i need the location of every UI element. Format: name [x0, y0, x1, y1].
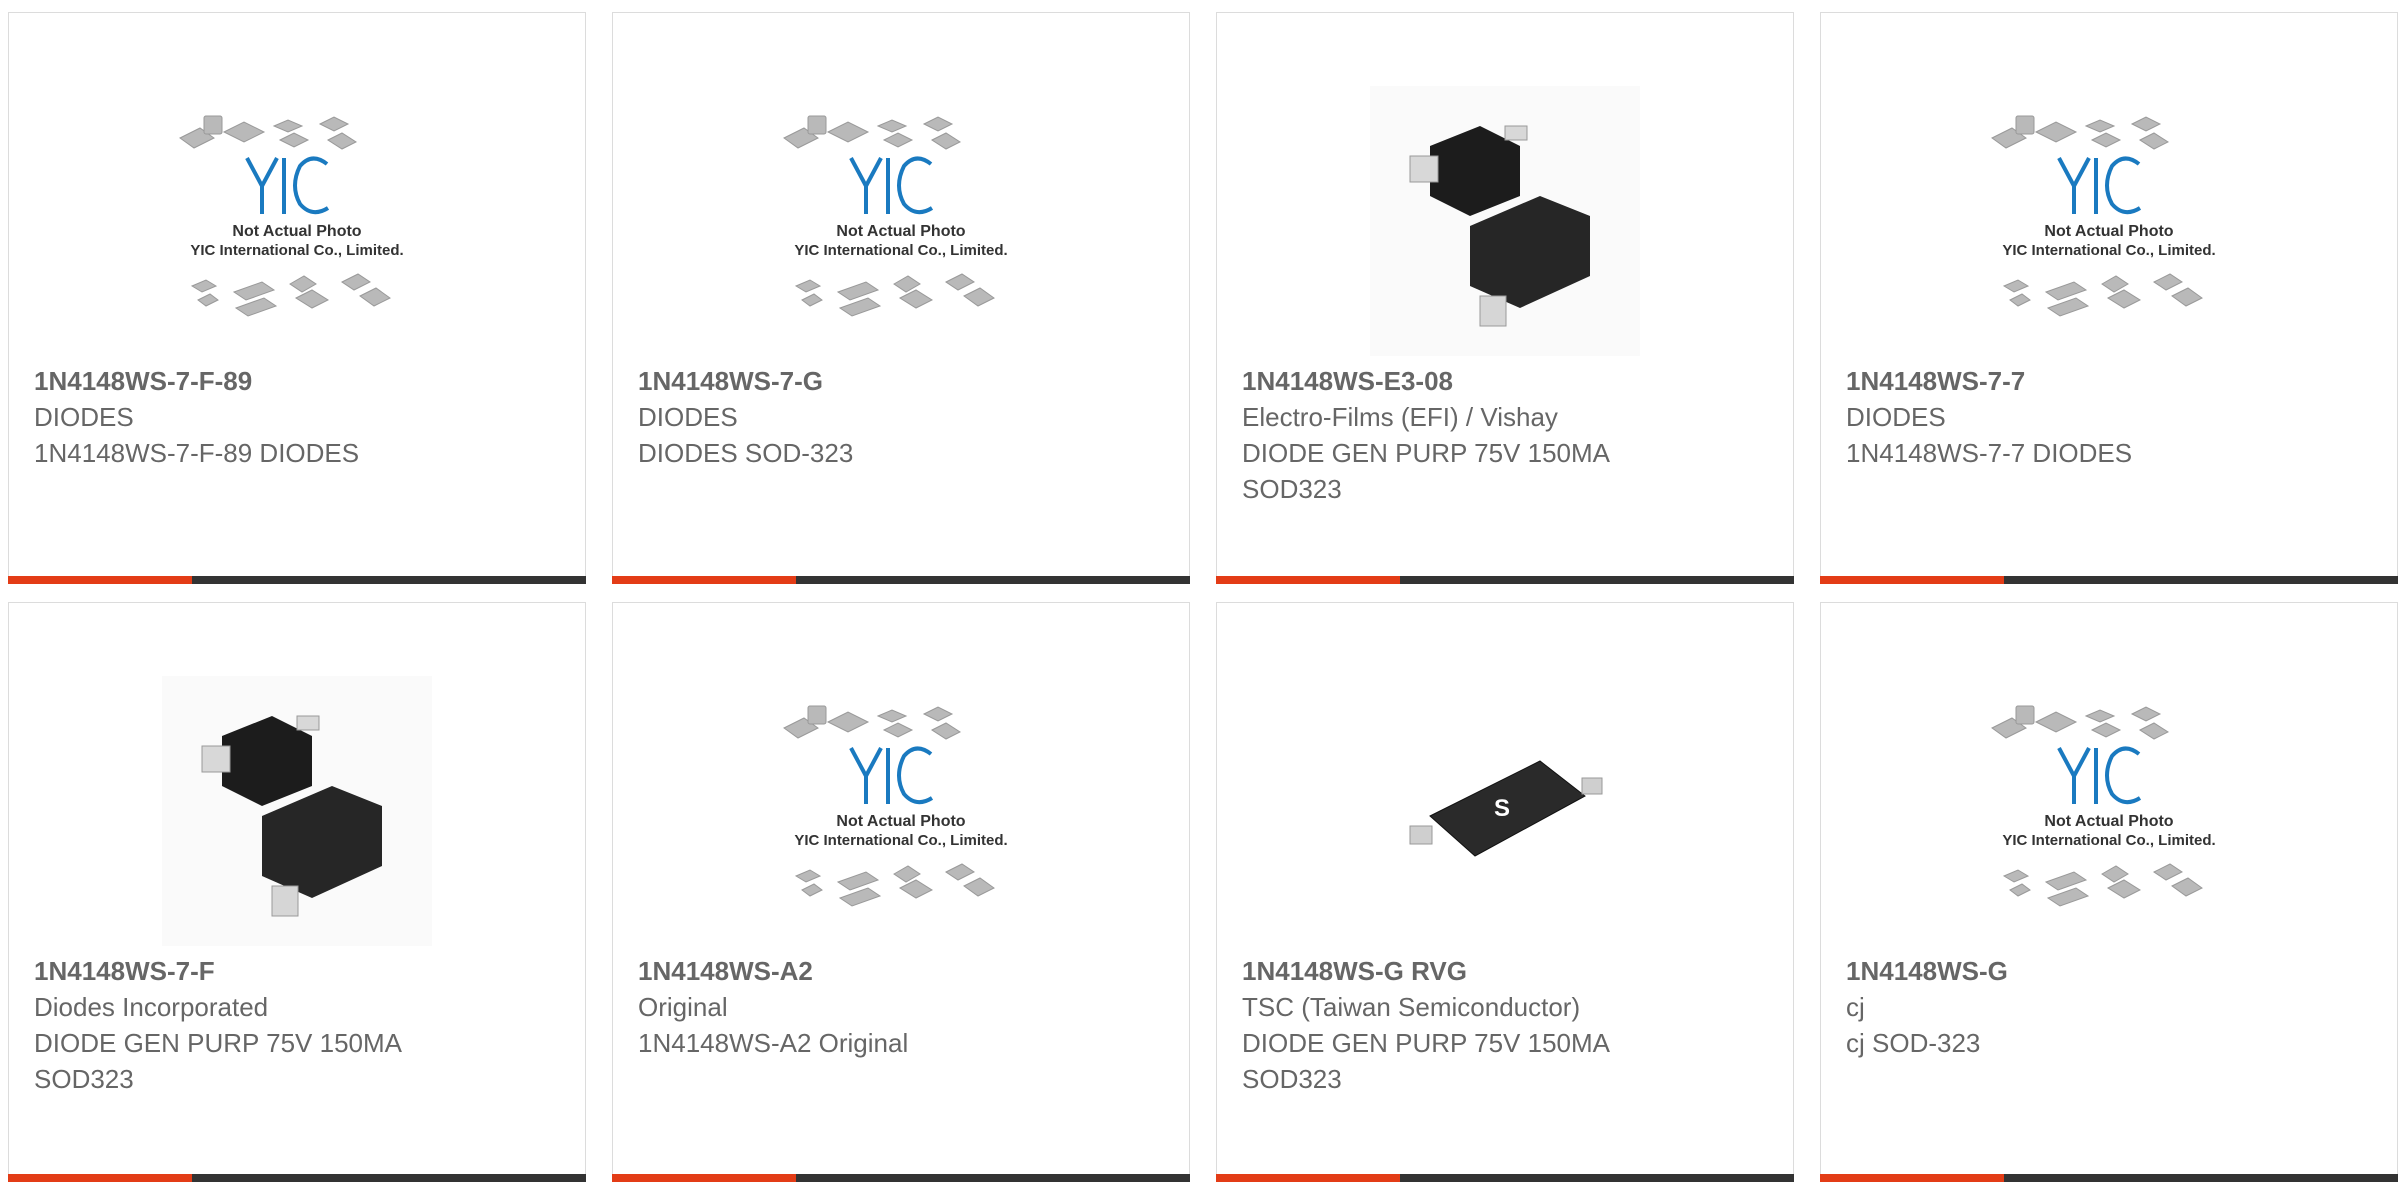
product-description: 1N4148WS-A2 Original: [638, 1028, 909, 1058]
product-image[interactable]: [1974, 86, 2244, 356]
product-info: 1N4148WS-A2 Original 1N4148WS-A2 Original: [638, 953, 1169, 1061]
product-part-number[interactable]: 1N4148WS-7-F-89: [34, 363, 565, 399]
product-description: 1N4148WS-7-7 DIODES: [1846, 438, 2133, 468]
card-accent-bar: [612, 1174, 796, 1182]
product-part-number[interactable]: 1N4148WS-7-G: [638, 363, 1169, 399]
product-info: 1N4148WS-G RVG TSC (Taiwan Semiconductor)…: [1242, 953, 1773, 1097]
product-description: DIODE GEN PURP 75V 150MA SOD323: [1242, 438, 1609, 504]
product-manufacturer: TSC (Taiwan Semiconductor): [1242, 992, 1581, 1022]
product-info: 1N4148WS-7-F-89 DIODES 1N4148WS-7-F-89 DIO…: [34, 363, 565, 471]
card-bottom-bar: [8, 576, 586, 584]
card-bottom-bar: [1820, 576, 2398, 584]
product-card[interactable]: 1N4148WS-7-F-89 DIODES 1N4148WS-7-F-89 DIO…: [8, 12, 586, 584]
card-accent-bar: [1216, 576, 1400, 584]
product-manufacturer: Electro-Films (EFI) / Vishay: [1242, 402, 1558, 432]
product-description: 1N4148WS-7-F-89 DIODES: [34, 438, 360, 468]
product-card[interactable]: 1N4148WS-7-G DIODES DIODES SOD-323: [612, 12, 1190, 584]
product-image[interactable]: [766, 86, 1036, 356]
product-description: DIODE GEN PURP 75V 150MA SOD323: [1242, 1028, 1609, 1094]
product-card[interactable]: 1N4148WS-G cj cj SOD-323: [1820, 602, 2398, 1182]
card-accent-bar: [8, 576, 192, 584]
product-card[interactable]: 1N4148WS-A2 Original 1N4148WS-A2 Original: [612, 602, 1190, 1182]
card-bottom-bar: [1216, 1174, 1794, 1182]
product-manufacturer: DIODES: [638, 402, 738, 432]
product-part-number[interactable]: 1N4148WS-G: [1846, 953, 2377, 989]
product-image[interactable]: [766, 676, 1036, 946]
product-info: 1N4148WS-7-7 DIODES 1N4148WS-7-7 DIODES: [1846, 363, 2377, 471]
card-accent-bar: [1820, 576, 2004, 584]
product-image[interactable]: [1370, 676, 1640, 946]
product-card[interactable]: 1N4148WS-7-F Diodes Incorporated DIODE GEN…: [8, 602, 586, 1182]
product-info: 1N4148WS-G cj cj SOD-323: [1846, 953, 2377, 1061]
card-bottom-bar: [1216, 576, 1794, 584]
product-manufacturer: cj: [1846, 992, 1865, 1022]
product-description: DIODE GEN PURP 75V 150MA SOD323: [34, 1028, 401, 1094]
product-grid: 1N4148WS-7-F-89 DIODES 1N4148WS-7-F-89 DIO…: [0, 0, 2400, 1182]
card-bottom-bar: [1820, 1174, 2398, 1182]
product-part-number[interactable]: 1N4148WS-A2: [638, 953, 1169, 989]
card-bottom-bar: [8, 1174, 586, 1182]
product-image[interactable]: [162, 676, 432, 946]
product-part-number[interactable]: 1N4148WS-7-7: [1846, 363, 2377, 399]
product-info: 1N4148WS-E3-08 Electro-Films (EFI) / Vish…: [1242, 363, 1773, 507]
product-description: cj SOD-323: [1846, 1028, 1981, 1058]
product-part-number[interactable]: 1N4148WS-E3-08: [1242, 363, 1773, 399]
product-card[interactable]: 1N4148WS-7-7 DIODES 1N4148WS-7-7 DIODES: [1820, 12, 2398, 584]
product-manufacturer: DIODES: [34, 402, 134, 432]
product-manufacturer: DIODES: [1846, 402, 1946, 432]
card-accent-bar: [612, 576, 796, 584]
product-card[interactable]: 1N4148WS-E3-08 Electro-Films (EFI) / Vish…: [1216, 12, 1794, 584]
product-info: 1N4148WS-7-F Diodes Incorporated DIODE GEN…: [34, 953, 565, 1097]
product-manufacturer: Original: [638, 992, 728, 1022]
card-accent-bar: [1216, 1174, 1400, 1182]
product-image[interactable]: [1974, 676, 2244, 946]
product-card[interactable]: 1N4148WS-G RVG TSC (Taiwan Semiconductor)…: [1216, 602, 1794, 1182]
product-image[interactable]: [162, 86, 432, 356]
product-part-number[interactable]: 1N4148WS-7-F: [34, 953, 565, 989]
product-info: 1N4148WS-7-G DIODES DIODES SOD-323: [638, 363, 1169, 471]
card-bottom-bar: [612, 576, 1190, 584]
product-part-number[interactable]: 1N4148WS-G RVG: [1242, 953, 1773, 989]
product-image[interactable]: [1370, 86, 1640, 356]
product-description: DIODES SOD-323: [638, 438, 854, 468]
product-manufacturer: Diodes Incorporated: [34, 992, 269, 1022]
card-bottom-bar: [612, 1174, 1190, 1182]
card-accent-bar: [1820, 1174, 2004, 1182]
card-accent-bar: [8, 1174, 192, 1182]
